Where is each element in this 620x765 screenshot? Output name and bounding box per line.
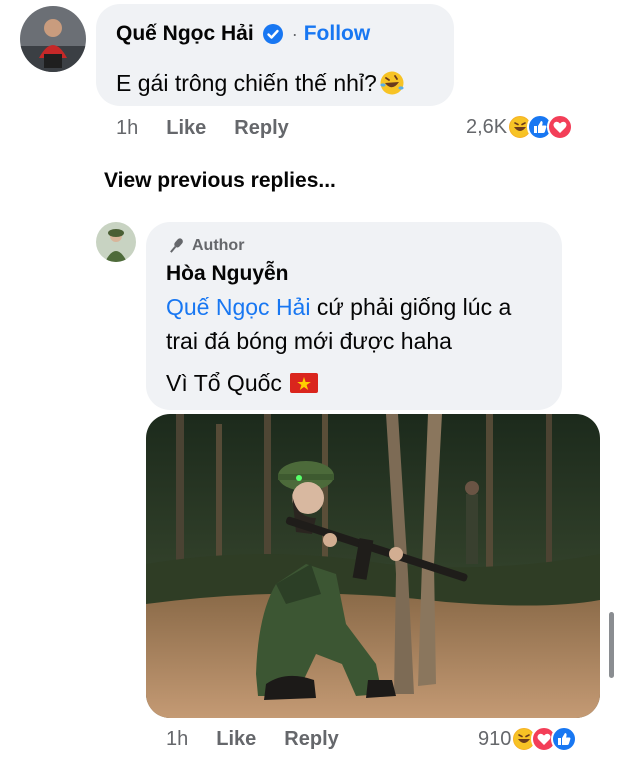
scrollbar-thumb[interactable] bbox=[609, 612, 614, 678]
microphone-icon bbox=[166, 236, 186, 256]
reply-button[interactable]: Reply bbox=[234, 117, 288, 140]
reply-text: Quế Ngọc Hải cứ phải giống lúc a trai đá… bbox=[166, 290, 556, 400]
reaction-summary[interactable]: 2,6K bbox=[466, 114, 574, 140]
avatar-hoa-nguyen[interactable] bbox=[96, 222, 136, 262]
reply-text-line3: Vì Tổ Quốc bbox=[166, 370, 282, 396]
love-icon bbox=[547, 114, 574, 140]
comment-time[interactable]: 1h bbox=[116, 117, 138, 140]
mention-link[interactable]: Quế Ngọc Hải bbox=[166, 294, 310, 320]
verified-badge-icon bbox=[262, 23, 284, 45]
reply-like-button[interactable]: Like bbox=[216, 728, 256, 751]
follow-button[interactable]: Follow bbox=[304, 22, 371, 46]
comment-bubble: Quế Ngọc Hải · Follow E gái trông chiến … bbox=[96, 4, 454, 106]
reply-text-line1: cứ phải giống lúc a bbox=[310, 294, 512, 320]
author-badge: Author bbox=[192, 237, 245, 254]
comment-author-name[interactable]: Quế Ngọc Hải bbox=[116, 22, 254, 46]
reply-actions: 1h Like Reply bbox=[166, 728, 339, 751]
reply-text-line2: trai đá bóng mới được haha bbox=[166, 328, 452, 354]
like-icon bbox=[551, 726, 578, 752]
comment-text: E gái trông chiến thế nhỉ? bbox=[116, 70, 377, 96]
reply-reaction-count: 910 bbox=[478, 727, 512, 750]
reply-bubble: Author Hòa Nguyễn Quế Ngọc Hải cứ phải g… bbox=[146, 222, 562, 410]
reply-reply-button[interactable]: Reply bbox=[284, 728, 338, 751]
reply-time[interactable]: 1h bbox=[166, 728, 188, 751]
reaction-count: 2,6K bbox=[466, 115, 508, 138]
rofl-emoji-icon bbox=[379, 70, 405, 96]
separator-dot: · bbox=[291, 23, 298, 44]
reply-photo[interactable] bbox=[146, 414, 600, 718]
vietnam-flag-icon bbox=[289, 373, 318, 393]
view-previous-replies-link[interactable]: View previous replies... bbox=[104, 169, 336, 193]
reply-author-name[interactable]: Hòa Nguyễn bbox=[166, 262, 289, 286]
reply-reaction-summary[interactable]: 910 bbox=[478, 726, 578, 752]
avatar-que-ngoc-hai[interactable] bbox=[20, 6, 86, 72]
like-button[interactable]: Like bbox=[166, 117, 206, 140]
comment-actions: 1h Like Reply bbox=[116, 117, 289, 140]
